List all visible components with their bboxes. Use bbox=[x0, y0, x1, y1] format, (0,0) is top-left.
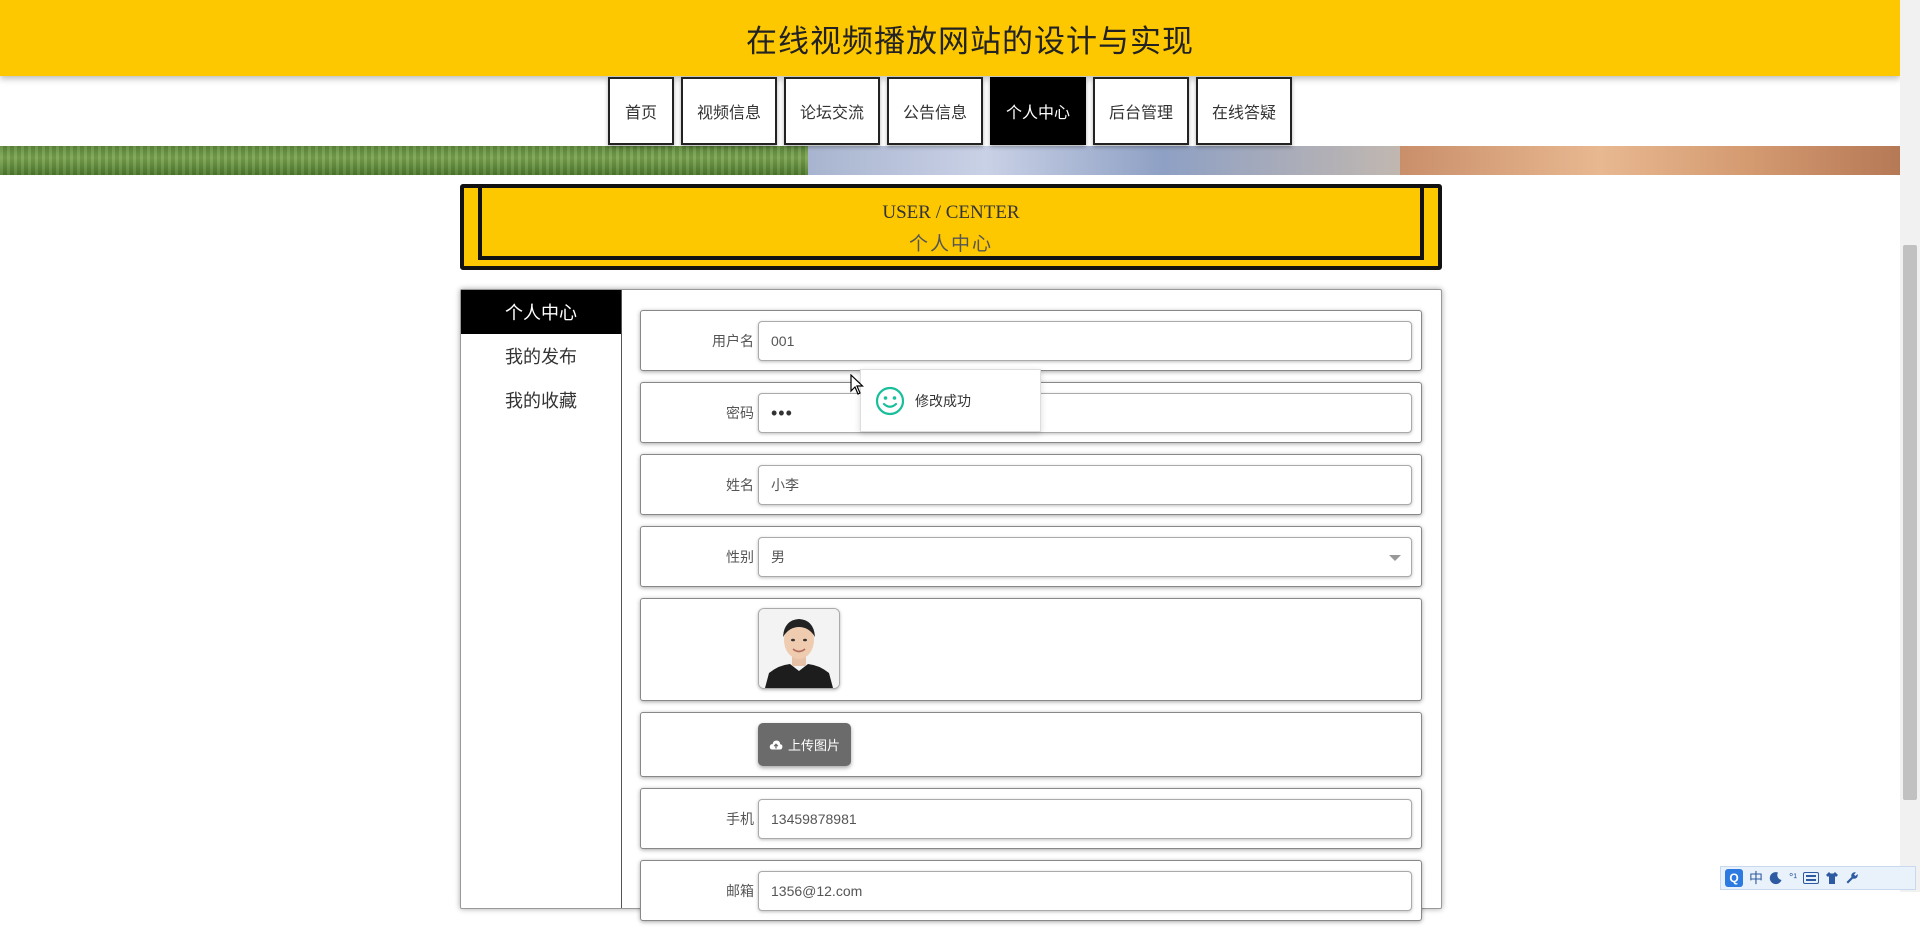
form-row-avatar bbox=[640, 598, 1422, 701]
nav-item-home[interactable]: 首页 bbox=[607, 77, 674, 145]
upload-image-button[interactable]: 上传图片 bbox=[758, 723, 852, 766]
email-input[interactable]: 1356@12.com bbox=[758, 871, 1412, 911]
ime-logo-icon: Q bbox=[1725, 869, 1743, 887]
wrench-icon[interactable] bbox=[1845, 871, 1859, 885]
banner-grass bbox=[0, 146, 808, 175]
ime-punctuation[interactable]: °¹ bbox=[1789, 872, 1797, 884]
username-input[interactable]: 001 bbox=[758, 321, 1412, 361]
form-row-gender: 性别 男 bbox=[640, 526, 1422, 587]
email-value: 1356@12.com bbox=[771, 883, 863, 899]
username-value: 001 bbox=[771, 333, 795, 349]
ime-mode[interactable]: 中 bbox=[1749, 868, 1763, 888]
mouse-cursor-icon bbox=[850, 374, 864, 395]
gender-value: 男 bbox=[771, 549, 785, 565]
name-value: 小李 bbox=[771, 477, 799, 493]
page-scrollbar[interactable] bbox=[1900, 0, 1920, 892]
sidebar: 个人中心 我的发布 我的收藏 bbox=[461, 290, 622, 908]
gender-select[interactable]: 男 bbox=[758, 537, 1412, 577]
site-title: 在线视频播放网站的设计与实现 bbox=[746, 23, 1194, 59]
site-header: 在线视频播放网站的设计与实现 bbox=[0, 0, 1900, 76]
section-title-cn: 个人中心 bbox=[908, 234, 993, 255]
username-label: 用户名 bbox=[712, 332, 754, 349]
chevron-down-icon bbox=[1389, 555, 1401, 561]
avatar[interactable] bbox=[758, 608, 840, 689]
gender-label: 性别 bbox=[726, 548, 754, 565]
nav-item-user-center[interactable]: 个人中心 bbox=[990, 77, 1087, 145]
name-input[interactable]: 小李 bbox=[758, 465, 1412, 505]
phone-label: 手机 bbox=[726, 810, 754, 827]
smile-icon bbox=[875, 386, 905, 415]
upload-button-label: 上传图片 bbox=[788, 738, 841, 753]
scrollbar-thumb[interactable] bbox=[1903, 245, 1917, 800]
email-label: 邮箱 bbox=[726, 882, 754, 899]
keyboard-icon[interactable] bbox=[1803, 872, 1820, 884]
phone-input[interactable]: 13459878981 bbox=[758, 799, 1412, 839]
password-input[interactable]: ••• bbox=[758, 393, 1412, 433]
avatar-photo bbox=[759, 609, 839, 688]
banner-office bbox=[1400, 146, 1900, 175]
moon-icon[interactable] bbox=[1769, 871, 1783, 885]
success-toast: 修改成功 bbox=[860, 369, 1041, 432]
phone-value: 13459878981 bbox=[771, 811, 857, 827]
nav-item-videos[interactable]: 视频信息 bbox=[680, 77, 777, 145]
password-label: 密码 bbox=[726, 404, 754, 421]
form-row-phone: 手机 13459878981 bbox=[640, 788, 1422, 849]
nav-item-qa[interactable]: 在线答疑 bbox=[1196, 77, 1293, 145]
nav-item-announcements[interactable]: 公告信息 bbox=[886, 77, 983, 145]
form-row-email: 邮箱 1356@12.com bbox=[640, 860, 1422, 921]
nav-item-forum[interactable]: 论坛交流 bbox=[783, 77, 880, 145]
name-label: 姓名 bbox=[726, 476, 754, 493]
cloud-upload-icon bbox=[769, 740, 783, 749]
toast-message: 修改成功 bbox=[915, 392, 971, 409]
sidebar-item-my-favorites[interactable]: 我的收藏 bbox=[461, 378, 621, 422]
main-nav: 首页 视频信息 论坛交流 公告信息 个人中心 后台管理 在线答疑 bbox=[0, 77, 1900, 145]
form-row-username: 用户名 001 bbox=[640, 310, 1422, 371]
form-row-name: 姓名 小李 bbox=[640, 454, 1422, 515]
shirt-icon[interactable] bbox=[1825, 871, 1839, 885]
section-title-banner: USER / CENTER 个人中心 bbox=[460, 184, 1442, 270]
sidebar-item-my-posts[interactable]: 我的发布 bbox=[461, 334, 621, 378]
banner-room bbox=[808, 146, 1400, 175]
password-value: ••• bbox=[771, 403, 793, 423]
nav-item-admin[interactable]: 后台管理 bbox=[1093, 77, 1190, 145]
form-row-upload: 上传图片 bbox=[640, 712, 1422, 777]
section-title-en: USER / CENTER bbox=[882, 202, 1020, 223]
sidebar-item-user-center[interactable]: 个人中心 bbox=[461, 290, 621, 334]
ime-toolbar[interactable]: Q 中 °¹ bbox=[1720, 866, 1916, 890]
